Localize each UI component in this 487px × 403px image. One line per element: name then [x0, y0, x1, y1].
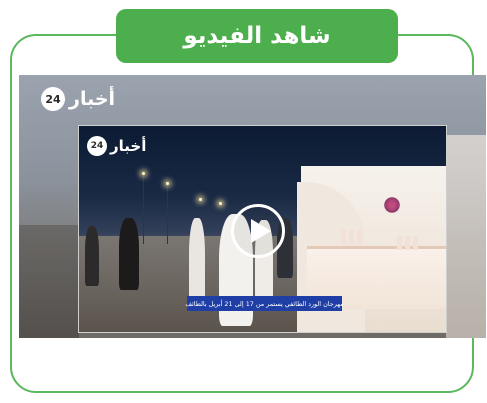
watch-video-button[interactable]: شاهد الفيديو	[116, 9, 398, 63]
visitor-figure	[119, 218, 139, 290]
perfume-bottle	[357, 230, 362, 244]
background-logo: أخبار 24	[41, 87, 115, 111]
play-icon	[250, 219, 271, 243]
street-pole	[167, 184, 168, 244]
video-caption-text: مهرجان الورد الطائفي يستمر من 17 إلى 21 …	[185, 299, 344, 308]
video-logo: أخبار 24	[87, 136, 146, 156]
visitor-figure	[85, 226, 99, 286]
street-lamp	[219, 202, 222, 205]
visitor-figure	[189, 218, 205, 306]
street-lamp	[199, 198, 202, 201]
perfume-bottle	[349, 230, 354, 244]
video-player[interactable]: أخبار 24 مهرجان الورد الطائفي يستمر من 1…	[78, 125, 447, 333]
video-logo-badge: 24	[87, 136, 107, 156]
blurred-stall	[446, 135, 486, 338]
background-logo-text: أخبار	[69, 88, 116, 110]
perfume-bottle	[397, 236, 402, 250]
video-caption: مهرجان الورد الطائفي يستمر من 17 إلى 21 …	[185, 296, 344, 311]
street-lamp	[142, 172, 145, 175]
perfume-bottle	[413, 236, 418, 250]
play-button[interactable]	[231, 204, 285, 258]
street-pole	[143, 174, 144, 244]
rose-decoration	[383, 196, 401, 214]
watch-video-label: شاهد الفيديو	[183, 23, 331, 49]
perfume-bottle	[405, 236, 410, 250]
perfume-bottle	[341, 230, 346, 244]
street-lamp	[166, 182, 169, 185]
video-logo-text: أخبار	[110, 137, 147, 155]
background-logo-badge: 24	[41, 87, 65, 111]
blurred-crowd	[19, 225, 79, 338]
